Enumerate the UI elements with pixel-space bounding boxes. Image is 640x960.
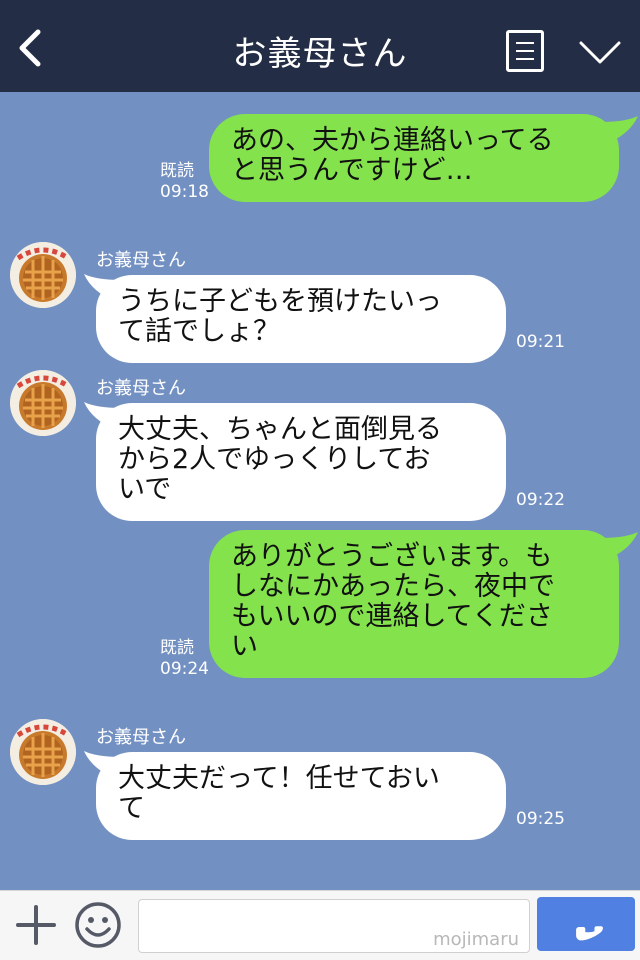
message-time: 09:25	[516, 809, 565, 829]
message-bubble[interactable]: 大丈夫、ちゃんと面倒見る から2人でゆっくりしてお いで	[96, 403, 506, 521]
read-status: 既読	[160, 638, 194, 658]
chat-title: お義母さん	[232, 34, 408, 74]
message-line: もいいので連絡してくださ	[231, 601, 553, 632]
message-line: ありがとうございます。も	[231, 541, 553, 572]
message-meta: 既読 09:24	[160, 638, 209, 680]
message-line: い	[231, 631, 258, 662]
message-line: うちに子どもを預けたいっ	[118, 286, 442, 317]
chat-area: 既読 09:18 あの、夫から連絡いってる と思うんですけど… お義母さん うち…	[0, 92, 640, 890]
menu-icon[interactable]	[506, 30, 544, 72]
chevron-down-icon[interactable]	[578, 38, 622, 66]
pie-avatar-icon	[10, 719, 76, 785]
input-bar: mojimaru	[0, 890, 640, 960]
phone-icon	[576, 926, 603, 941]
message-input[interactable]: mojimaru	[138, 899, 530, 953]
message-line: から2人でゆっくりしてお	[118, 444, 431, 475]
message-line: 大丈夫、ちゃんと面倒見る	[118, 414, 442, 445]
message-line: あの、夫から連絡いってる	[231, 125, 554, 156]
plus-icon[interactable]	[14, 903, 58, 947]
pie-avatar-icon	[10, 242, 76, 308]
sender-name: お義母さん	[96, 378, 186, 399]
message-bubble[interactable]: 大丈夫だって！任せておい て	[96, 752, 506, 840]
message-line: て話でしょ？	[118, 316, 280, 347]
watermark: mojimaru	[433, 929, 519, 950]
avatar[interactable]	[10, 719, 76, 785]
avatar[interactable]	[10, 242, 76, 308]
sender-name: お義母さん	[96, 727, 186, 748]
sender-name: お義母さん	[96, 250, 186, 271]
message-bubble[interactable]: ありがとうございます。も しなにかあったら、夜中で もいいので連絡してくださ い	[209, 530, 619, 678]
pie-avatar-icon	[10, 370, 76, 436]
message-time: 09:18	[160, 182, 209, 202]
message-time: 09:22	[516, 490, 565, 510]
smiley-icon[interactable]	[74, 901, 122, 949]
send-button[interactable]	[537, 897, 635, 951]
message-bubble[interactable]: うちに子どもを預けたいっ て話でしょ？	[96, 275, 506, 363]
message-line: いで	[118, 474, 172, 505]
chat-header: お義母さん	[0, 0, 640, 92]
avatar[interactable]	[10, 370, 76, 436]
message-line: と思うんですけど…	[231, 155, 473, 186]
message-line: 大丈夫だって！任せておい	[118, 763, 440, 794]
message-line: て	[118, 793, 145, 824]
message-time: 09:21	[516, 332, 565, 352]
message-time: 09:24	[160, 659, 209, 679]
message-meta: 既読 09:18	[160, 161, 209, 203]
message-bubble[interactable]: あの、夫から連絡いってる と思うんですけど…	[209, 114, 619, 202]
message-line: しなにかあったら、夜中で	[231, 571, 555, 602]
read-status: 既読	[160, 161, 194, 181]
